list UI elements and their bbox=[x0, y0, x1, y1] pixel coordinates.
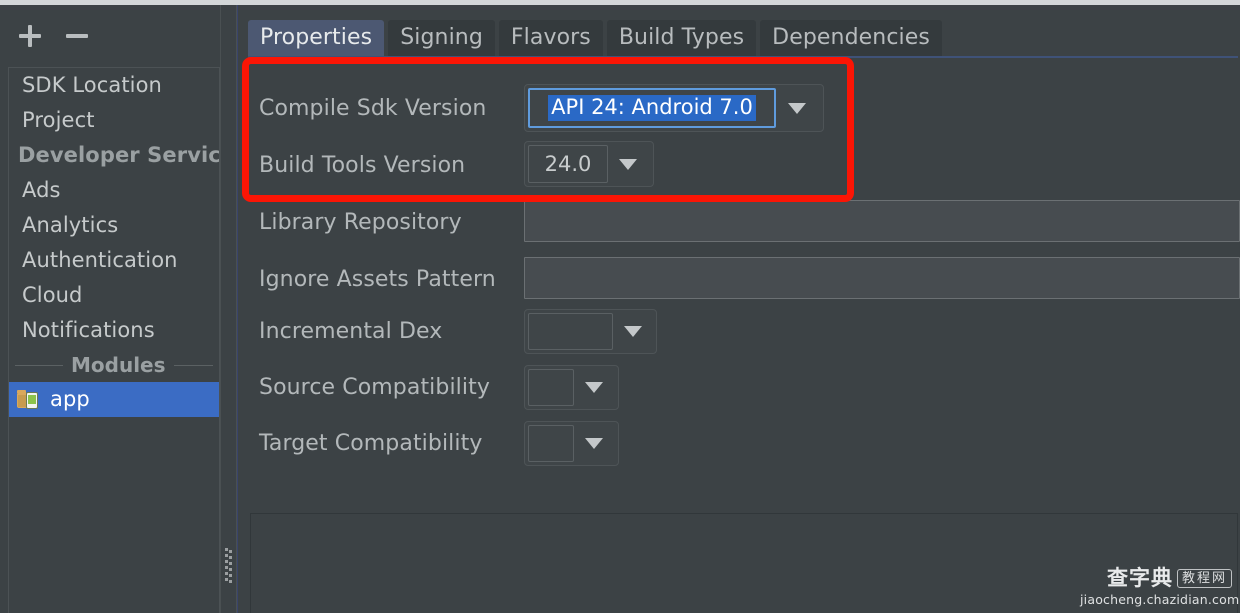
tab-dependencies[interactable]: Dependencies bbox=[760, 20, 942, 56]
target-compatibility-input[interactable] bbox=[528, 425, 574, 462]
sidebar-item-project[interactable]: Project bbox=[9, 103, 219, 138]
ignore-assets-pattern-input[interactable] bbox=[524, 257, 1240, 299]
sidebar-item-label: Authentication bbox=[22, 248, 178, 272]
compile-sdk-version-combo[interactable]: API 24: Android 7.0 bbox=[524, 84, 824, 132]
separator-rule-left bbox=[15, 364, 63, 366]
field-label: Source Compatibility bbox=[259, 374, 490, 400]
field-label: Target Compatibility bbox=[259, 430, 483, 456]
field-label: Library Repository bbox=[259, 209, 462, 235]
field-row-compile-sdk-version: Compile Sdk Version API 24: Android 7.0 bbox=[248, 84, 1240, 132]
watermark-brand-row: 查字典 教程网 bbox=[1080, 565, 1232, 591]
field-row-target-compatibility: Target Compatibility bbox=[248, 421, 1240, 466]
tab-build-types[interactable]: Build Types bbox=[606, 20, 757, 56]
remove-module-button[interactable] bbox=[64, 23, 90, 49]
field-row-ignore-assets-pattern: Ignore Assets Pattern bbox=[248, 257, 1240, 301]
build-tools-version-dropdown-button[interactable] bbox=[608, 145, 648, 183]
field-row-build-tools-version: Build Tools Version 24.0 bbox=[248, 141, 1240, 187]
sidebar-toolbar bbox=[0, 5, 228, 62]
sidebar-item-label: Analytics bbox=[22, 213, 119, 237]
properties-form: Compile Sdk Version API 24: Android 7.0 … bbox=[248, 58, 1240, 478]
sidebar-item-label: Notifications bbox=[22, 318, 155, 342]
compile-sdk-version-value: API 24: Android 7.0 bbox=[548, 94, 756, 122]
field-label: Build Tools Version bbox=[259, 152, 466, 178]
sidebar: SDK Location Project Developer Services … bbox=[0, 5, 228, 613]
target-compatibility-combo[interactable] bbox=[524, 421, 619, 466]
field-label: Incremental Dex bbox=[259, 318, 443, 344]
modules-separator: Modules bbox=[9, 348, 219, 382]
library-repository-input[interactable] bbox=[524, 200, 1240, 242]
sidebar-item-sdk-location[interactable]: SDK Location bbox=[9, 68, 219, 103]
android-module-icon bbox=[17, 389, 41, 410]
chevron-down-icon bbox=[624, 326, 642, 337]
watermark-url: jiaocheng.chazidian.com bbox=[1080, 592, 1240, 607]
panel-splitter[interactable] bbox=[220, 5, 239, 613]
chevron-down-icon bbox=[788, 102, 806, 114]
field-row-source-compatibility: Source Compatibility bbox=[248, 365, 1240, 410]
incremental-dex-combo[interactable] bbox=[524, 309, 657, 354]
tab-label: Flavors bbox=[510, 25, 591, 50]
source-compatibility-combo[interactable] bbox=[524, 365, 619, 410]
splitter-line-left bbox=[220, 5, 221, 613]
tab-signing[interactable]: Signing bbox=[388, 20, 495, 56]
target-compatibility-dropdown-button[interactable] bbox=[574, 425, 614, 462]
chevron-down-icon bbox=[619, 158, 637, 170]
main-panel: Properties Signing Flavors Build Types D… bbox=[238, 5, 1240, 613]
chevron-down-icon bbox=[585, 382, 603, 393]
chevron-down-icon bbox=[585, 438, 603, 449]
tab-label: Properties bbox=[260, 25, 373, 50]
build-tools-version-combo[interactable]: 24.0 bbox=[524, 141, 654, 187]
build-tools-version-value: 24.0 bbox=[544, 152, 592, 176]
tab-flavors[interactable]: Flavors bbox=[498, 20, 603, 56]
sidebar-item-cloud[interactable]: Cloud bbox=[9, 278, 219, 313]
sidebar-list[interactable]: SDK Location Project Developer Services … bbox=[8, 67, 220, 613]
compile-sdk-version-input[interactable]: API 24: Android 7.0 bbox=[528, 88, 776, 128]
source-compatibility-input[interactable] bbox=[528, 369, 574, 406]
add-module-button[interactable] bbox=[17, 23, 43, 49]
sidebar-group-developer-services: Developer Services bbox=[9, 138, 219, 173]
tab-label: Build Types bbox=[618, 25, 745, 50]
sidebar-item-label: app bbox=[50, 387, 90, 411]
watermark-badge: 教程网 bbox=[1176, 568, 1232, 588]
sidebar-item-label: SDK Location bbox=[22, 73, 162, 97]
sidebar-item-label: Cloud bbox=[22, 283, 83, 307]
sidebar-item-label: Ads bbox=[22, 178, 61, 202]
field-label: Compile Sdk Version bbox=[259, 95, 487, 121]
android-studio-project-structure-window: SDK Location Project Developer Services … bbox=[0, 0, 1240, 613]
build-tools-version-input[interactable]: 24.0 bbox=[528, 145, 608, 183]
field-label: Ignore Assets Pattern bbox=[259, 266, 496, 292]
sidebar-item-label: Project bbox=[22, 108, 95, 132]
tab-properties[interactable]: Properties bbox=[248, 20, 385, 56]
modules-separator-label: Modules bbox=[71, 353, 166, 377]
compile-sdk-version-dropdown-button[interactable] bbox=[776, 88, 818, 128]
splitter-grip-icon[interactable] bbox=[225, 548, 232, 588]
sidebar-group-label: Developer Services bbox=[18, 143, 220, 167]
sidebar-item-app-module[interactable]: app bbox=[9, 382, 219, 417]
incremental-dex-input[interactable] bbox=[528, 313, 613, 350]
tab-bar: Properties Signing Flavors Build Types D… bbox=[248, 20, 942, 56]
field-row-incremental-dex: Incremental Dex bbox=[248, 309, 1240, 354]
sidebar-item-analytics[interactable]: Analytics bbox=[9, 208, 219, 243]
sidebar-item-notifications[interactable]: Notifications bbox=[9, 313, 219, 348]
separator-rule-right bbox=[173, 364, 213, 366]
sidebar-item-authentication[interactable]: Authentication bbox=[9, 243, 219, 278]
tab-label: Signing bbox=[400, 25, 483, 50]
field-row-library-repository: Library Repository bbox=[248, 200, 1240, 244]
sidebar-item-ads[interactable]: Ads bbox=[9, 173, 219, 208]
tab-label: Dependencies bbox=[772, 25, 930, 50]
watermark: 查字典 教程网 jiaocheng.chazidian.com bbox=[1080, 565, 1240, 609]
source-compatibility-dropdown-button[interactable] bbox=[574, 369, 614, 406]
incremental-dex-dropdown-button[interactable] bbox=[613, 313, 653, 350]
watermark-brand: 查字典 bbox=[1106, 565, 1173, 590]
